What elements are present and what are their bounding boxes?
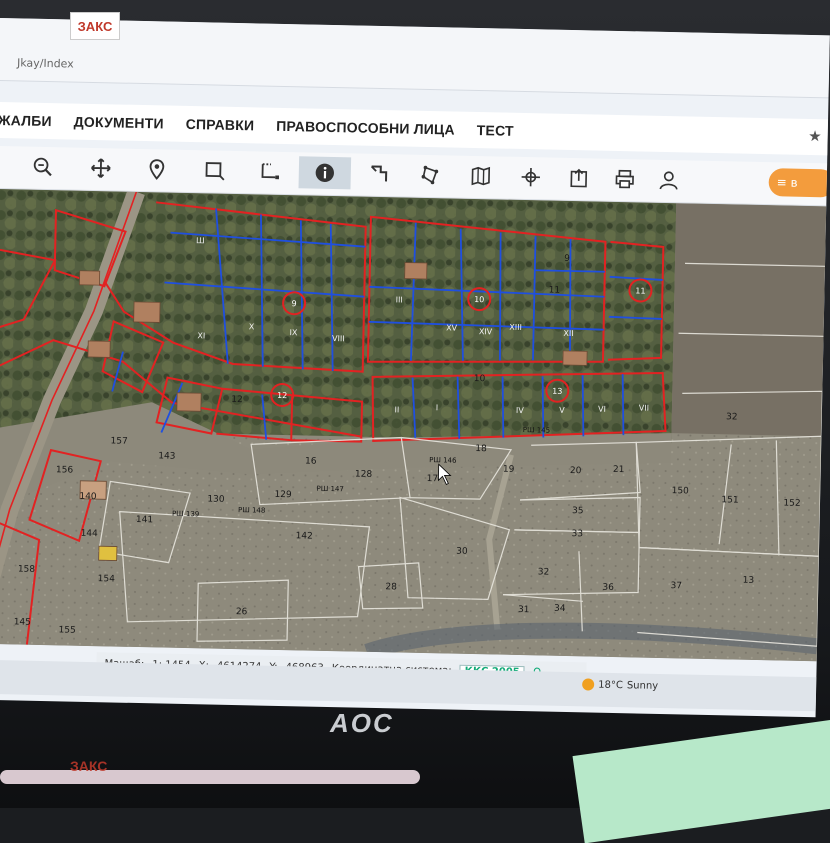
parcel-label: VI [598, 405, 606, 414]
parcel-label: III [396, 295, 403, 304]
parcel-number[interactable]: 13 [743, 576, 755, 586]
parcel-number[interactable]: 143 [158, 451, 175, 461]
parcel-number[interactable]: 19 [503, 465, 515, 475]
circle-label-13[interactable]: 13 [552, 387, 562, 396]
parcel-number[interactable]: 16 [305, 456, 317, 466]
parcel-number[interactable]: 155 [58, 625, 75, 635]
parcel-number[interactable]: 36 [602, 583, 614, 593]
parcel-label: VIII [332, 334, 345, 343]
menu-item-documents[interactable]: ДОКУМЕНТИ [74, 114, 164, 132]
sun-icon [582, 678, 594, 690]
parcel-number[interactable]: 158 [18, 564, 36, 574]
weather-temp: 18°C [598, 679, 623, 691]
parcel-label: IV [516, 406, 525, 415]
parcel-number[interactable]: 11 [549, 286, 561, 296]
screen: Jkay/Index ЖАЛБИ ДОКУМЕНТИ СПРАВКИ ПРАВО… [0, 18, 830, 717]
map-canvas[interactable]: 9 10 11 12 13 Ш XI IX VIII XV IV XIII V … [0, 189, 826, 661]
road-label: РШ 145 [523, 426, 550, 435]
measure-icon[interactable] [362, 158, 395, 191]
parcel-number[interactable]: 20 [570, 466, 582, 476]
parcel-label: VII [639, 403, 649, 412]
watermark: ЗАКС [70, 758, 107, 774]
parcel-label: V [559, 406, 565, 415]
parcel-label: X [249, 322, 255, 331]
parcel-number[interactable]: 9 [564, 254, 570, 264]
parcel-number[interactable]: 151 [721, 495, 738, 505]
zoom-out-icon[interactable] [27, 151, 60, 184]
parcel-number[interactable]: 32 [538, 567, 550, 577]
coordinates-icon[interactable] [514, 161, 547, 194]
parcel-label: II [394, 405, 399, 414]
road-label: РШ 139 [172, 510, 199, 519]
parcel-label: XI [197, 331, 205, 340]
menu-item-complaints[interactable]: ЖАЛБИ [0, 112, 52, 129]
weather-condition: Sunny [627, 680, 659, 692]
parcel-number[interactable]: 152 [783, 499, 800, 509]
parcel-number[interactable]: 150 [672, 486, 690, 496]
monitor-brand: AOC [330, 708, 394, 739]
parcel-label: IX [289, 328, 298, 337]
cable [0, 770, 420, 784]
parcel-number[interactable]: 128 [355, 470, 373, 480]
road-label: РШ 148 [238, 506, 265, 515]
parcel-label: XIV [479, 327, 493, 336]
parcel-number[interactable]: 21 [613, 465, 625, 475]
url-text[interactable]: Jkay/Index [17, 56, 74, 70]
parcel-number[interactable]: 156 [56, 465, 74, 475]
export-icon[interactable] [562, 162, 595, 195]
parcel-label: XIII [509, 323, 522, 332]
parcel-number[interactable]: 28 [385, 582, 397, 592]
parcel-number[interactable]: 10 [474, 374, 486, 384]
parcel-number[interactable]: 17 [427, 474, 439, 484]
parcel-number[interactable]: 140 [79, 492, 97, 502]
parcel-number[interactable]: 32 [726, 412, 738, 422]
parcel-number[interactable]: 26 [236, 607, 248, 617]
parcel-number[interactable]: 33 [571, 529, 583, 539]
parcel-number[interactable]: 154 [98, 574, 116, 584]
parcel-label: XV [446, 323, 458, 332]
parcel-label: Ш [196, 236, 205, 245]
circle-label-10[interactable]: 10 [474, 295, 484, 304]
parcel-number[interactable]: 34 [554, 604, 566, 614]
map-layers-icon[interactable] [464, 160, 497, 193]
parcel-number[interactable]: 144 [81, 529, 99, 539]
parcel-label: I [436, 403, 439, 412]
cadastral-map[interactable]: 9 10 11 12 13 Ш XI IX VIII XV IV XIII V … [0, 189, 826, 661]
menu-item-test[interactable]: ТЕСТ [477, 122, 514, 139]
main-menu: ЖАЛБИ ДОКУМЕНТИ СПРАВКИ ПРАВОСПОСОБНИ ЛИ… [0, 102, 828, 155]
parcel-number[interactable]: 18 [475, 444, 487, 454]
pan-icon[interactable] [85, 152, 118, 185]
parcel-number[interactable]: 12 [231, 395, 243, 405]
parcel-number[interactable]: 145 [14, 617, 31, 627]
info-icon[interactable] [298, 156, 351, 189]
menu-button[interactable]: ≡ в [768, 168, 829, 197]
parcel-label: XII [563, 329, 573, 338]
star-icon[interactable]: ★ [808, 127, 822, 145]
location-pin-icon[interactable] [141, 153, 174, 186]
menu-item-licensed-persons[interactable]: ПРАВОСПОСОБНИ ЛИЦА [276, 118, 455, 138]
polygon-icon[interactable] [414, 159, 447, 192]
parcel-number[interactable]: 129 [274, 490, 292, 500]
parcel-number[interactable]: 142 [296, 531, 313, 541]
circle-label-9[interactable]: 9 [291, 299, 296, 308]
parcel-number[interactable]: 31 [518, 605, 530, 615]
parcel-number[interactable]: 157 [110, 436, 127, 446]
zaks-logo: ЗАКС [70, 12, 120, 40]
parcel-number[interactable]: 141 [136, 515, 153, 525]
print-icon[interactable] [608, 163, 641, 196]
select-area-icon[interactable] [255, 155, 288, 188]
circle-label-11[interactable]: 11 [635, 286, 645, 295]
road-label: РШ 147 [316, 485, 343, 494]
parcel-number[interactable]: 130 [207, 494, 225, 504]
menu-item-references[interactable]: СПРАВКИ [186, 116, 255, 133]
parcel-number[interactable]: 30 [456, 547, 468, 557]
user-icon[interactable] [652, 164, 685, 197]
weather-widget[interactable]: 18°C Sunny [582, 678, 658, 692]
parcel-number[interactable]: 37 [670, 581, 682, 591]
circle-label-12[interactable]: 12 [277, 391, 287, 400]
parcel-number[interactable]: 35 [572, 506, 584, 516]
select-rect-icon[interactable] [199, 154, 232, 187]
road-label: РШ 146 [429, 456, 457, 465]
